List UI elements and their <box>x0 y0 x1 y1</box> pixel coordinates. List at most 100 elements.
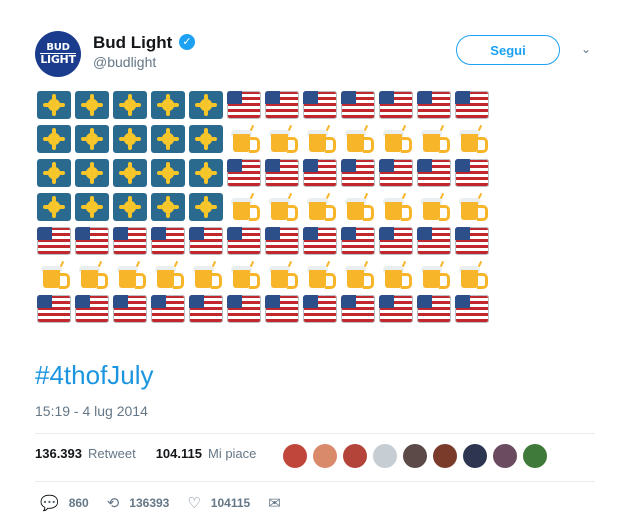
liker-avatar[interactable] <box>373 444 397 468</box>
avatar-line-1: BUD <box>46 42 70 53</box>
retweet-action-count: 136393 <box>129 496 170 510</box>
liker-avatar[interactable] <box>463 444 487 468</box>
sparkles-emoji-icon <box>151 125 185 153</box>
tweet-stats: 136.393 Retweet 104.115 Mi piace <box>35 446 256 461</box>
beer-mugs-emoji-icon <box>455 124 489 153</box>
retweet-label[interactable]: Retweet <box>88 446 136 461</box>
retweet-count[interactable]: 136.393 <box>35 446 82 461</box>
sparkles-emoji-icon <box>37 91 71 119</box>
us-flag-emoji-icon <box>189 295 223 323</box>
likers-avatars <box>283 444 547 468</box>
beer-mugs-emoji-icon <box>455 260 489 289</box>
chevron-down-icon[interactable]: ⌄ <box>578 42 594 58</box>
beer-mugs-emoji-icon <box>227 260 261 289</box>
like-action-count: 104115 <box>210 496 251 510</box>
beer-mugs-emoji-icon <box>417 192 451 221</box>
retweet-button[interactable]: ⟲ 136393 <box>107 494 170 512</box>
us-flag-emoji-icon <box>455 91 489 119</box>
beer-mugs-emoji-icon <box>37 260 71 289</box>
display-name[interactable]: Bud Light <box>93 33 172 53</box>
heart-icon: ♡ <box>187 494 201 512</box>
envelope-icon: ✉ <box>268 494 281 512</box>
beer-mugs-emoji-icon <box>455 192 489 221</box>
beer-mugs-emoji-icon <box>113 260 147 289</box>
beer-mugs-emoji-icon <box>341 192 375 221</box>
sparkles-emoji-icon <box>75 91 109 119</box>
follow-button[interactable]: Segui <box>456 35 560 65</box>
beer-mugs-emoji-icon <box>151 260 185 289</box>
liker-avatar[interactable] <box>493 444 517 468</box>
direct-message-button[interactable]: ✉ <box>268 494 291 512</box>
reply-icon: 💬 <box>40 494 59 512</box>
sparkles-emoji-icon <box>75 159 109 187</box>
liker-avatar[interactable] <box>433 444 457 468</box>
us-flag-emoji-icon <box>417 227 451 255</box>
beer-mugs-emoji-icon <box>265 192 299 221</box>
beer-mugs-emoji-icon <box>265 260 299 289</box>
liker-avatar[interactable] <box>283 444 307 468</box>
sparkles-emoji-icon <box>189 91 223 119</box>
us-flag-emoji-icon <box>265 295 299 323</box>
sparkles-emoji-icon <box>113 159 147 187</box>
sparkles-emoji-icon <box>151 91 185 119</box>
beer-mugs-emoji-icon <box>417 260 451 289</box>
liker-avatar[interactable] <box>313 444 337 468</box>
sparkles-emoji-icon <box>113 193 147 221</box>
tweet-actions: 💬 860 ⟲ 136393 ♡ 104115 ✉ <box>40 494 309 512</box>
us-flag-emoji-icon <box>227 227 261 255</box>
sparkles-emoji-icon <box>113 91 147 119</box>
beer-mugs-emoji-icon <box>227 124 261 153</box>
us-flag-emoji-icon <box>455 159 489 187</box>
us-flag-emoji-icon <box>265 159 299 187</box>
us-flag-emoji-icon <box>455 295 489 323</box>
tweet-timestamp[interactable]: 15:19 - 4 lug 2014 <box>35 403 148 419</box>
liker-avatar[interactable] <box>523 444 547 468</box>
liker-avatar[interactable] <box>403 444 427 468</box>
beer-mugs-emoji-icon <box>189 260 223 289</box>
beer-mugs-emoji-icon <box>303 124 337 153</box>
liker-avatar[interactable] <box>343 444 367 468</box>
us-flag-emoji-icon <box>75 227 109 255</box>
sparkles-emoji-icon <box>113 125 147 153</box>
beer-mugs-emoji-icon <box>379 260 413 289</box>
sparkles-emoji-icon <box>37 193 71 221</box>
us-flag-emoji-icon <box>113 227 147 255</box>
us-flag-emoji-icon <box>341 91 375 119</box>
us-flag-emoji-icon <box>265 227 299 255</box>
user-handle[interactable]: @budlight <box>93 54 156 70</box>
sparkles-emoji-icon <box>75 125 109 153</box>
us-flag-emoji-icon <box>113 295 147 323</box>
us-flag-emoji-icon <box>151 227 185 255</box>
reply-button[interactable]: 💬 860 <box>40 494 89 512</box>
us-flag-emoji-icon <box>417 159 451 187</box>
sparkles-emoji-icon <box>151 159 185 187</box>
hashtag-link[interactable]: #4thofJuly <box>35 360 154 391</box>
us-flag-emoji-icon <box>341 295 375 323</box>
like-button[interactable]: ♡ 104115 <box>187 494 250 512</box>
sparkles-emoji-icon <box>189 125 223 153</box>
sparkles-emoji-icon <box>189 159 223 187</box>
us-flag-emoji-icon <box>189 227 223 255</box>
like-count[interactable]: 104.115 <box>156 446 202 461</box>
beer-mugs-emoji-icon <box>303 192 337 221</box>
us-flag-emoji-icon <box>341 227 375 255</box>
us-flag-emoji-icon <box>379 91 413 119</box>
sparkles-emoji-icon <box>151 193 185 221</box>
us-flag-emoji-icon <box>37 227 71 255</box>
beer-mugs-emoji-icon <box>341 124 375 153</box>
us-flag-emoji-icon <box>303 295 337 323</box>
us-flag-emoji-icon <box>75 295 109 323</box>
us-flag-emoji-icon <box>227 295 261 323</box>
sparkles-emoji-icon <box>37 159 71 187</box>
beer-mugs-emoji-icon <box>341 260 375 289</box>
emoji-flag-grid <box>37 91 491 325</box>
beer-mugs-emoji-icon <box>379 124 413 153</box>
avatar-line-2: LIGHT <box>40 53 76 66</box>
avatar[interactable]: BUD LIGHT <box>35 31 81 77</box>
us-flag-emoji-icon <box>265 91 299 119</box>
like-label[interactable]: Mi piace <box>208 446 256 461</box>
beer-mugs-emoji-icon <box>379 192 413 221</box>
divider <box>35 433 595 434</box>
beer-mugs-emoji-icon <box>417 124 451 153</box>
divider <box>35 481 595 482</box>
